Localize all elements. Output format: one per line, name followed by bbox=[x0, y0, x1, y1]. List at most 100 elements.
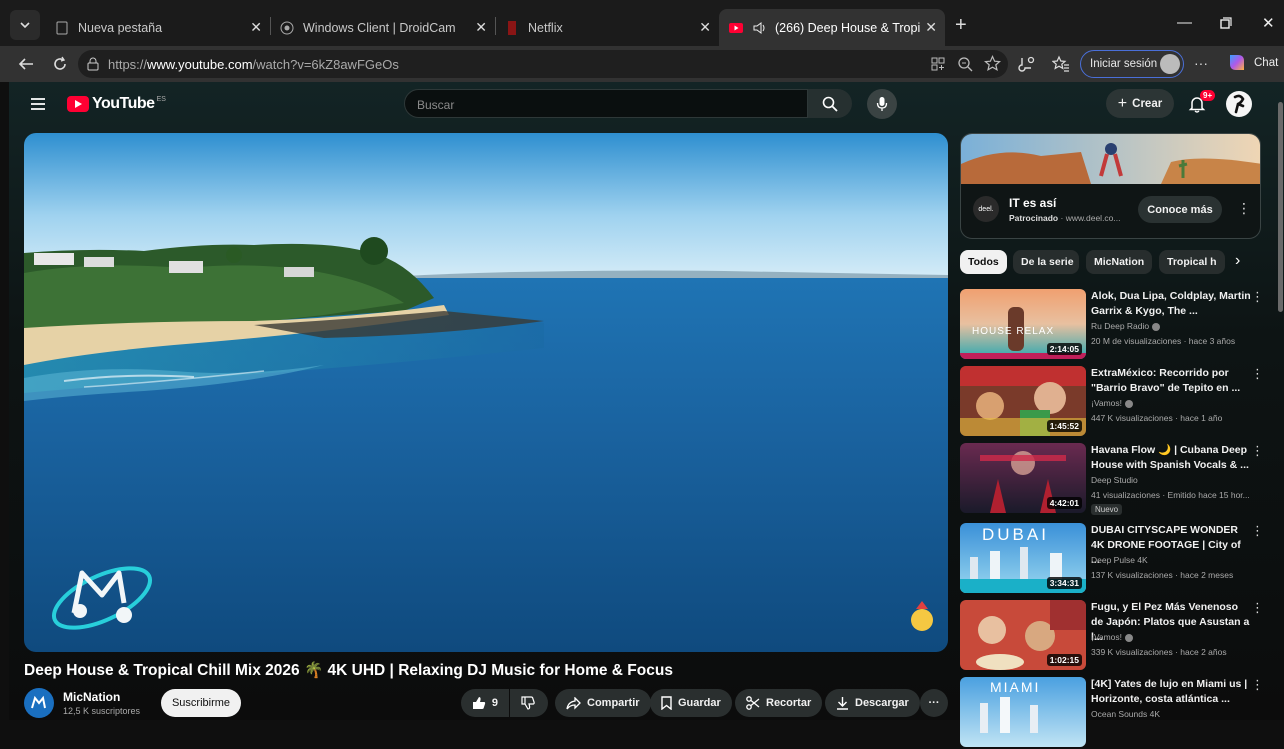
chip-todos[interactable]: Todos bbox=[960, 250, 1007, 274]
close-icon[interactable]: ✕ bbox=[475, 19, 487, 36]
profile-avatar-icon bbox=[1160, 54, 1180, 74]
subscribe-button[interactable]: Suscribirme bbox=[161, 689, 241, 717]
share-icon bbox=[566, 696, 581, 710]
download-icon bbox=[837, 697, 848, 710]
close-icon[interactable]: ✕ bbox=[925, 19, 937, 36]
recommendation-item[interactable]: 1:02:15 Fugu, y El Pez Más Venenoso de J… bbox=[960, 600, 1264, 672]
tab-netflix[interactable]: Netflix ✕ bbox=[495, 9, 719, 46]
video-thumbnail[interactable]: HOUSE RELAX 2:14:05 bbox=[960, 289, 1086, 359]
youtube-page: YouTube ES Buscar + Crear 9+ Deep House … bbox=[9, 82, 1284, 747]
microphone-icon bbox=[876, 97, 888, 111]
search-button[interactable] bbox=[808, 89, 852, 118]
video-thumbnail[interactable]: 1:45:52 bbox=[960, 366, 1086, 436]
chevron-down-icon bbox=[20, 22, 30, 29]
copilot-icon[interactable] bbox=[1226, 52, 1248, 74]
tab-label: (266) Deep House & Tropical bbox=[775, 20, 920, 35]
sign-in-button[interactable]: Iniciar sesión bbox=[1080, 50, 1184, 78]
clip-button[interactable]: Recortar bbox=[735, 689, 823, 717]
favorites-icon[interactable] bbox=[1051, 54, 1071, 74]
recommendation-item[interactable]: DUBAI 3:34:31 DUBAI CITYSCAPE WONDER 4K … bbox=[960, 523, 1264, 595]
more-vertical-icon[interactable]: ⋮ bbox=[1251, 677, 1264, 693]
url-text[interactable]: https://www.youtube.com/watch?v=6kZ8awFG… bbox=[108, 57, 399, 72]
tab-droidcam[interactable]: Windows Client | DroidCam ✕ bbox=[270, 9, 495, 46]
window-close-icon[interactable]: ✕ bbox=[1262, 14, 1275, 32]
minimize-icon[interactable]: — bbox=[1177, 14, 1192, 31]
hamburger-menu-icon[interactable] bbox=[30, 97, 46, 116]
verified-icon bbox=[1152, 322, 1161, 331]
tab-new-tab[interactable]: Nueva pestaña ✕ bbox=[45, 9, 270, 46]
recommendation-title[interactable]: ExtraMéxico: Recorrido por "Barrio Bravo… bbox=[1091, 366, 1251, 396]
recommendation-channel: Ru Deep Radio bbox=[1091, 321, 1161, 331]
more-vertical-icon[interactable]: ⋮ bbox=[1251, 289, 1264, 305]
search-icon bbox=[822, 96, 838, 112]
close-icon[interactable]: ✕ bbox=[250, 19, 262, 36]
recommendation-item[interactable]: 1:45:52 ExtraMéxico: Recorrido por "Barr… bbox=[960, 366, 1264, 438]
recommendation-title[interactable]: Havana Flow 🌙 | Cubana Deep House with S… bbox=[1091, 443, 1251, 473]
channel-avatar[interactable] bbox=[24, 688, 54, 718]
video-frame bbox=[24, 133, 948, 652]
video-thumbnail[interactable]: DUBAI 3:34:31 bbox=[960, 523, 1086, 593]
recommendation-item[interactable]: 4:42:01 Havana Flow 🌙 | Cubana Deep Hous… bbox=[960, 443, 1264, 515]
download-button[interactable]: Descargar bbox=[825, 689, 920, 717]
recommendation-channel: ¡Vamos! bbox=[1091, 632, 1134, 642]
chevron-right-icon[interactable]: › bbox=[1235, 252, 1240, 270]
youtube-logo[interactable]: YouTube ES bbox=[67, 95, 166, 113]
video-thumbnail[interactable]: MIAMI bbox=[960, 677, 1086, 747]
chip-micnation[interactable]: MicNation bbox=[1086, 250, 1152, 274]
back-arrow-icon[interactable] bbox=[16, 54, 36, 74]
ad-sponsor-line: Patrocinado · www.deel.co... bbox=[1009, 213, 1121, 223]
save-button[interactable]: Guardar bbox=[650, 689, 732, 717]
tab-actions-button[interactable] bbox=[10, 10, 40, 40]
create-button[interactable]: + Crear bbox=[1106, 89, 1174, 118]
maximize-icon[interactable] bbox=[1220, 16, 1232, 33]
tab-youtube[interactable]: (266) Deep House & Tropical ✕ bbox=[719, 9, 945, 46]
account-avatar[interactable] bbox=[1226, 91, 1252, 117]
recommendation-channel: ¡Vamos! bbox=[1091, 398, 1134, 408]
video-thumbnail[interactable]: 1:02:15 bbox=[960, 600, 1086, 670]
verified-icon bbox=[1125, 633, 1134, 642]
channel-name[interactable]: MicNation bbox=[63, 690, 120, 704]
video-thumbnail[interactable]: 4:42:01 bbox=[960, 443, 1086, 513]
more-vertical-icon[interactable]: ⋮ bbox=[1251, 523, 1264, 539]
recommendation-title[interactable]: [4K] Yates de lujo en Miami us | Horizon… bbox=[1091, 677, 1251, 707]
sponsored-ad-card[interactable]: deel. IT es así Patrocinado · www.deel.c… bbox=[960, 133, 1261, 239]
speaker-icon[interactable] bbox=[752, 21, 766, 35]
search-input[interactable]: Buscar bbox=[404, 89, 808, 118]
chip-de-la-serie[interactable]: De la serie bbox=[1013, 250, 1079, 274]
recommendation-item[interactable]: HOUSE RELAX 2:14:05 Alok, Dua Lipa, Cold… bbox=[960, 289, 1264, 361]
more-vertical-icon[interactable]: ⋮ bbox=[1251, 366, 1264, 382]
more-options-icon[interactable]: ··· bbox=[1194, 55, 1208, 71]
chip-tropical[interactable]: Tropical h bbox=[1159, 250, 1225, 274]
more-vertical-icon[interactable]: ⋮ bbox=[1251, 443, 1264, 459]
close-icon[interactable]: ✕ bbox=[699, 19, 711, 36]
notification-badge: 9+ bbox=[1200, 90, 1216, 101]
voice-search-button[interactable] bbox=[867, 89, 897, 119]
thumbnail-caption: MIAMI bbox=[990, 679, 1041, 695]
recommendation-item[interactable]: MIAMI [4K] Yates de lujo en Miami us | H… bbox=[960, 677, 1264, 749]
more-vertical-icon[interactable]: ⋮ bbox=[1251, 600, 1264, 616]
recommendation-title[interactable]: Alok, Dua Lipa, Coldplay, Martin Garrix … bbox=[1091, 289, 1251, 319]
tab-label: Windows Client | DroidCam bbox=[303, 20, 456, 35]
favorite-star-icon[interactable] bbox=[983, 55, 1002, 77]
like-button[interactable]: 9 bbox=[461, 689, 509, 717]
page-scrollbar[interactable] bbox=[1278, 102, 1283, 312]
refresh-icon[interactable] bbox=[50, 54, 70, 74]
tab-label: Nueva pestaña bbox=[78, 20, 163, 35]
address-bar[interactable]: https://www.youtube.com/watch?v=6kZ8awFG… bbox=[78, 50, 1008, 78]
ad-title: IT es así bbox=[1009, 196, 1057, 210]
chat-label[interactable]: Chat bbox=[1254, 57, 1278, 69]
ad-banner-image bbox=[961, 134, 1260, 184]
share-button[interactable]: Compartir bbox=[555, 689, 651, 717]
zoom-icon[interactable] bbox=[957, 56, 973, 77]
more-actions-button[interactable]: ··· bbox=[920, 689, 948, 717]
netflix-icon bbox=[505, 20, 519, 35]
app-available-icon[interactable] bbox=[930, 56, 946, 77]
dislike-button[interactable] bbox=[510, 689, 548, 717]
recommendation-channel: Deep Studio bbox=[1091, 475, 1138, 485]
lock-icon[interactable] bbox=[87, 57, 99, 76]
more-vertical-icon[interactable]: ⋮ bbox=[1237, 200, 1251, 217]
new-tab-icon[interactable]: + bbox=[955, 14, 967, 37]
video-player[interactable] bbox=[24, 133, 948, 652]
ad-cta-button[interactable]: Conoce más bbox=[1138, 196, 1222, 223]
extensions-icon[interactable] bbox=[1017, 54, 1037, 74]
